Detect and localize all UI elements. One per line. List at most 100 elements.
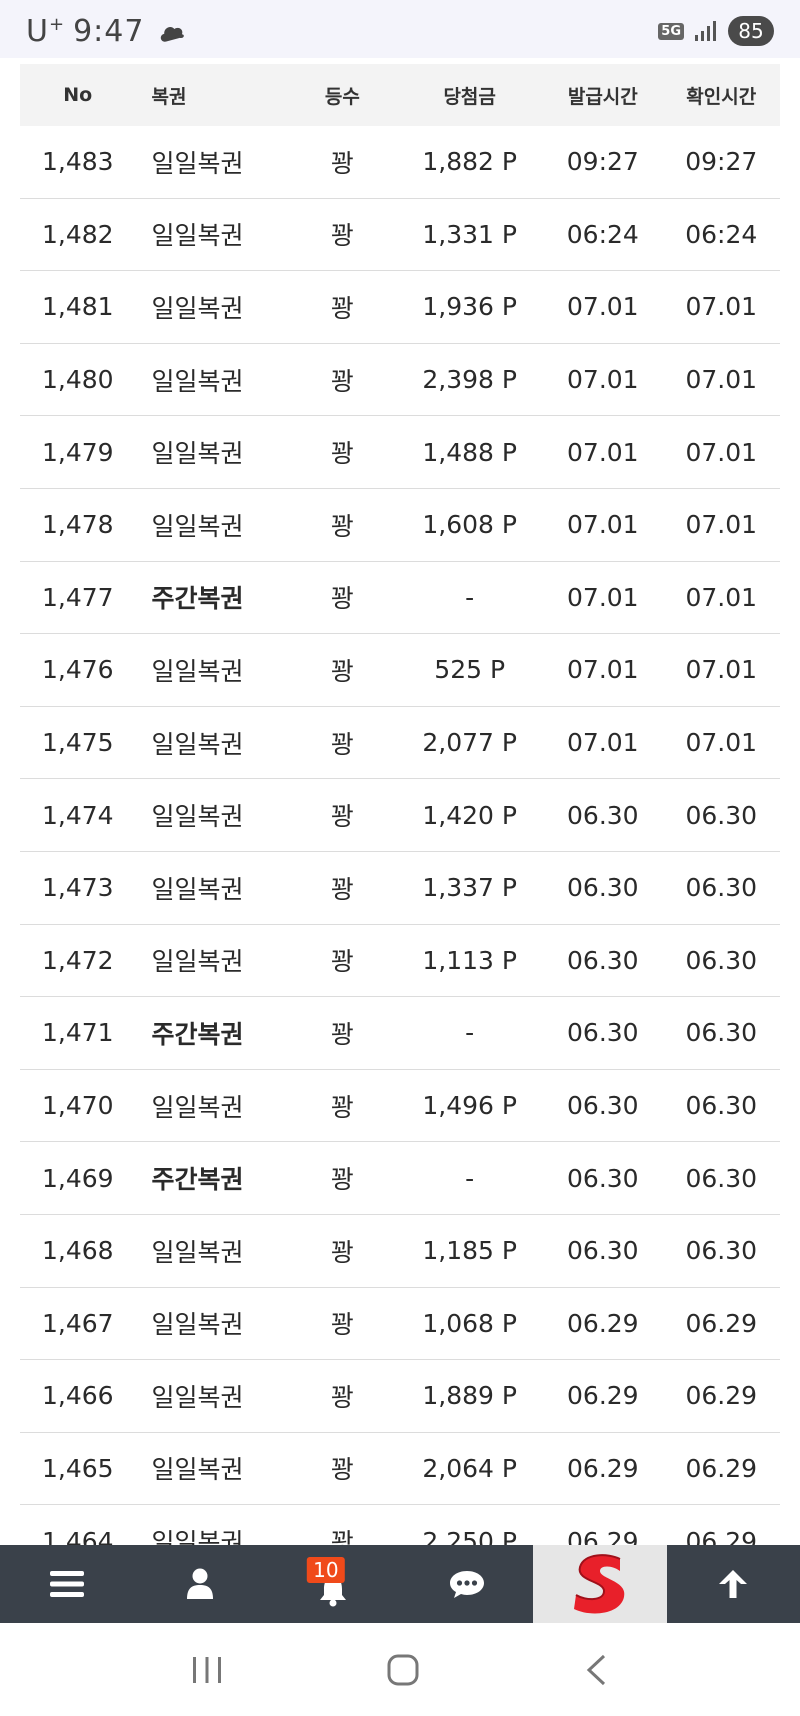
chat-icon bbox=[449, 1571, 484, 1598]
cell-issued-time: 07.01 bbox=[567, 292, 639, 322]
cell-rank: 꽝 bbox=[330, 584, 354, 614]
cell-prize: 525 P bbox=[434, 655, 506, 685]
cell-rank: 꽝 bbox=[330, 1092, 354, 1122]
cell-prize: 2,064 P bbox=[422, 1453, 517, 1483]
cell-prize: 1,608 P bbox=[422, 510, 517, 540]
table-row: 1,483 일일복권 꽝 1,882 P 09:27 09:27 bbox=[20, 126, 780, 199]
cell-rank: 꽝 bbox=[330, 1237, 354, 1267]
cell-issued-time: 06.30 bbox=[567, 1236, 639, 1266]
cell-no: 1,479 bbox=[41, 437, 114, 467]
cell-issued-time: 06.30 bbox=[567, 800, 639, 830]
back-icon[interactable] bbox=[583, 1653, 609, 1687]
table-row: 1,465 일일복권 꽝 2,064 P 06.29 06.29 bbox=[20, 1433, 780, 1506]
table-row: 1,482 일일복권 꽝 1,331 P 06:24 06:24 bbox=[20, 199, 780, 272]
header-lottery: 복권 bbox=[151, 85, 187, 108]
site-logo-button[interactable] bbox=[533, 1545, 667, 1623]
cell-rank: 꽝 bbox=[330, 366, 354, 396]
cell-issued-time: 07.01 bbox=[567, 510, 639, 540]
cell-lottery-type: 일일복권 bbox=[151, 293, 244, 323]
cell-checked-time: 07.01 bbox=[685, 365, 758, 395]
cell-rank: 꽝 bbox=[330, 1310, 354, 1340]
chat-button[interactable] bbox=[400, 1545, 533, 1623]
cell-prize: 1,496 P bbox=[422, 1091, 517, 1121]
cell-no: 1,473 bbox=[41, 873, 114, 903]
cell-no: 1,468 bbox=[41, 1236, 114, 1266]
cell-issued-time: 06.30 bbox=[567, 1018, 639, 1048]
table-row: 1,479 일일복권 꽝 1,488 P 07.01 07.01 bbox=[20, 416, 780, 489]
battery-indicator: 85 bbox=[728, 16, 774, 46]
cell-lottery-type: 일일복권 bbox=[151, 1310, 244, 1340]
cell-prize: 1,331 P bbox=[422, 219, 517, 249]
cell-no: 1,465 bbox=[41, 1453, 114, 1483]
table-row: 1,474 일일복권 꽝 1,420 P 06.30 06.30 bbox=[20, 779, 780, 852]
cell-no: 1,478 bbox=[41, 510, 114, 540]
cell-checked-time: 06.30 bbox=[685, 1091, 758, 1121]
cell-no: 1,467 bbox=[41, 1308, 114, 1338]
header-rank: 등수 bbox=[324, 85, 360, 108]
cell-no: 1,483 bbox=[41, 147, 114, 177]
cell-lottery-type: 주간복권 bbox=[151, 1165, 244, 1195]
table-row: 1,473 일일복권 꽝 1,337 P 06.30 06.30 bbox=[20, 852, 780, 925]
cell-prize: 1,882 P bbox=[422, 147, 517, 177]
cell-rank: 꽝 bbox=[330, 656, 354, 686]
cell-issued-time: 07.01 bbox=[567, 655, 639, 685]
cell-lottery-type: 일일복권 bbox=[151, 366, 244, 396]
recents-icon[interactable] bbox=[191, 1655, 223, 1685]
status-right: 5G 85 bbox=[658, 16, 774, 46]
cell-rank: 꽝 bbox=[330, 1165, 354, 1195]
cell-checked-time: 07.01 bbox=[685, 655, 758, 685]
cell-rank: 꽝 bbox=[330, 874, 354, 904]
cell-checked-time: 06.29 bbox=[685, 1381, 758, 1411]
cell-checked-time: 07.01 bbox=[685, 437, 758, 467]
table-body: 1,483 일일복권 꽝 1,882 P 09:27 09:27 1,482 일일복권 꽝 1,3… bbox=[20, 126, 780, 1578]
table-row: 1,472 일일복권 꽝 1,113 P 06.30 06.30 bbox=[20, 925, 780, 998]
cell-lottery-type: 일일복권 bbox=[151, 1237, 244, 1267]
cell-no: 1,475 bbox=[41, 728, 114, 758]
home-icon[interactable] bbox=[386, 1653, 420, 1687]
cell-rank: 꽝 bbox=[330, 802, 354, 832]
cell-lottery-type: 일일복권 bbox=[151, 656, 244, 686]
notifications-button[interactable]: 10 bbox=[267, 1545, 400, 1623]
cell-no: 1,470 bbox=[41, 1091, 114, 1121]
cell-lottery-type: 일일복권 bbox=[151, 729, 244, 759]
table-row: 1,471 주간복권 꽝 - 06.30 06.30 bbox=[20, 997, 780, 1070]
menu-icon bbox=[49, 1571, 84, 1597]
cell-checked-time: 06.30 bbox=[685, 873, 758, 903]
user-icon bbox=[186, 1568, 213, 1599]
cell-lottery-type: 일일복권 bbox=[151, 148, 244, 178]
cell-checked-time: 06.30 bbox=[685, 1018, 758, 1048]
cell-lottery-type: 일일복권 bbox=[151, 439, 244, 469]
carrier-label: U+ bbox=[26, 14, 66, 49]
cell-prize: - bbox=[465, 1163, 475, 1193]
cell-lottery-type: 일일복권 bbox=[151, 1455, 244, 1485]
menu-button[interactable] bbox=[0, 1545, 133, 1623]
cell-issued-time: 06.30 bbox=[567, 873, 639, 903]
cell-prize: 2,398 P bbox=[422, 365, 517, 395]
cell-checked-time: 06.29 bbox=[685, 1453, 758, 1483]
notification-count-badge: 10 bbox=[307, 1557, 345, 1583]
cell-checked-time: 09:27 bbox=[685, 147, 758, 177]
lottery-history-table: No 복권 등수 당첨금 발급시간 확인시간 1,483 일일복권 꽝 1,882 P… bbox=[20, 64, 780, 1578]
cell-issued-time: 06.29 bbox=[567, 1308, 639, 1338]
cell-no: 1,471 bbox=[41, 1018, 114, 1048]
cell-issued-time: 06:24 bbox=[566, 219, 639, 249]
cell-prize: 1,185 P bbox=[422, 1236, 517, 1266]
table-row: 1,477 주간복권 꽝 - 07.01 07.01 bbox=[20, 562, 780, 635]
cell-prize: 1,420 P bbox=[422, 800, 517, 830]
cell-rank: 꽝 bbox=[330, 511, 354, 541]
cell-prize: 1,889 P bbox=[422, 1381, 517, 1411]
table-row: 1,475 일일복권 꽝 2,077 P 07.01 07.01 bbox=[20, 707, 780, 780]
table-row: 1,469 주간복권 꽝 - 06.30 06.30 bbox=[20, 1142, 780, 1215]
cell-no: 1,472 bbox=[41, 945, 114, 975]
cell-rank: 꽝 bbox=[330, 1382, 354, 1412]
system-nav-bar bbox=[0, 1623, 800, 1716]
scroll-top-button[interactable] bbox=[667, 1545, 800, 1623]
header-prize: 당첨금 bbox=[443, 85, 496, 108]
cell-checked-time: 06.29 bbox=[685, 1308, 758, 1338]
table-row: 1,466 일일복권 꽝 1,889 P 06.29 06.29 bbox=[20, 1360, 780, 1433]
cell-lottery-type: 일일복권 bbox=[151, 802, 244, 832]
cell-prize: - bbox=[465, 582, 475, 612]
clock: 9:47 bbox=[73, 14, 145, 49]
cell-prize: 1,337 P bbox=[422, 873, 517, 903]
profile-button[interactable] bbox=[133, 1545, 266, 1623]
